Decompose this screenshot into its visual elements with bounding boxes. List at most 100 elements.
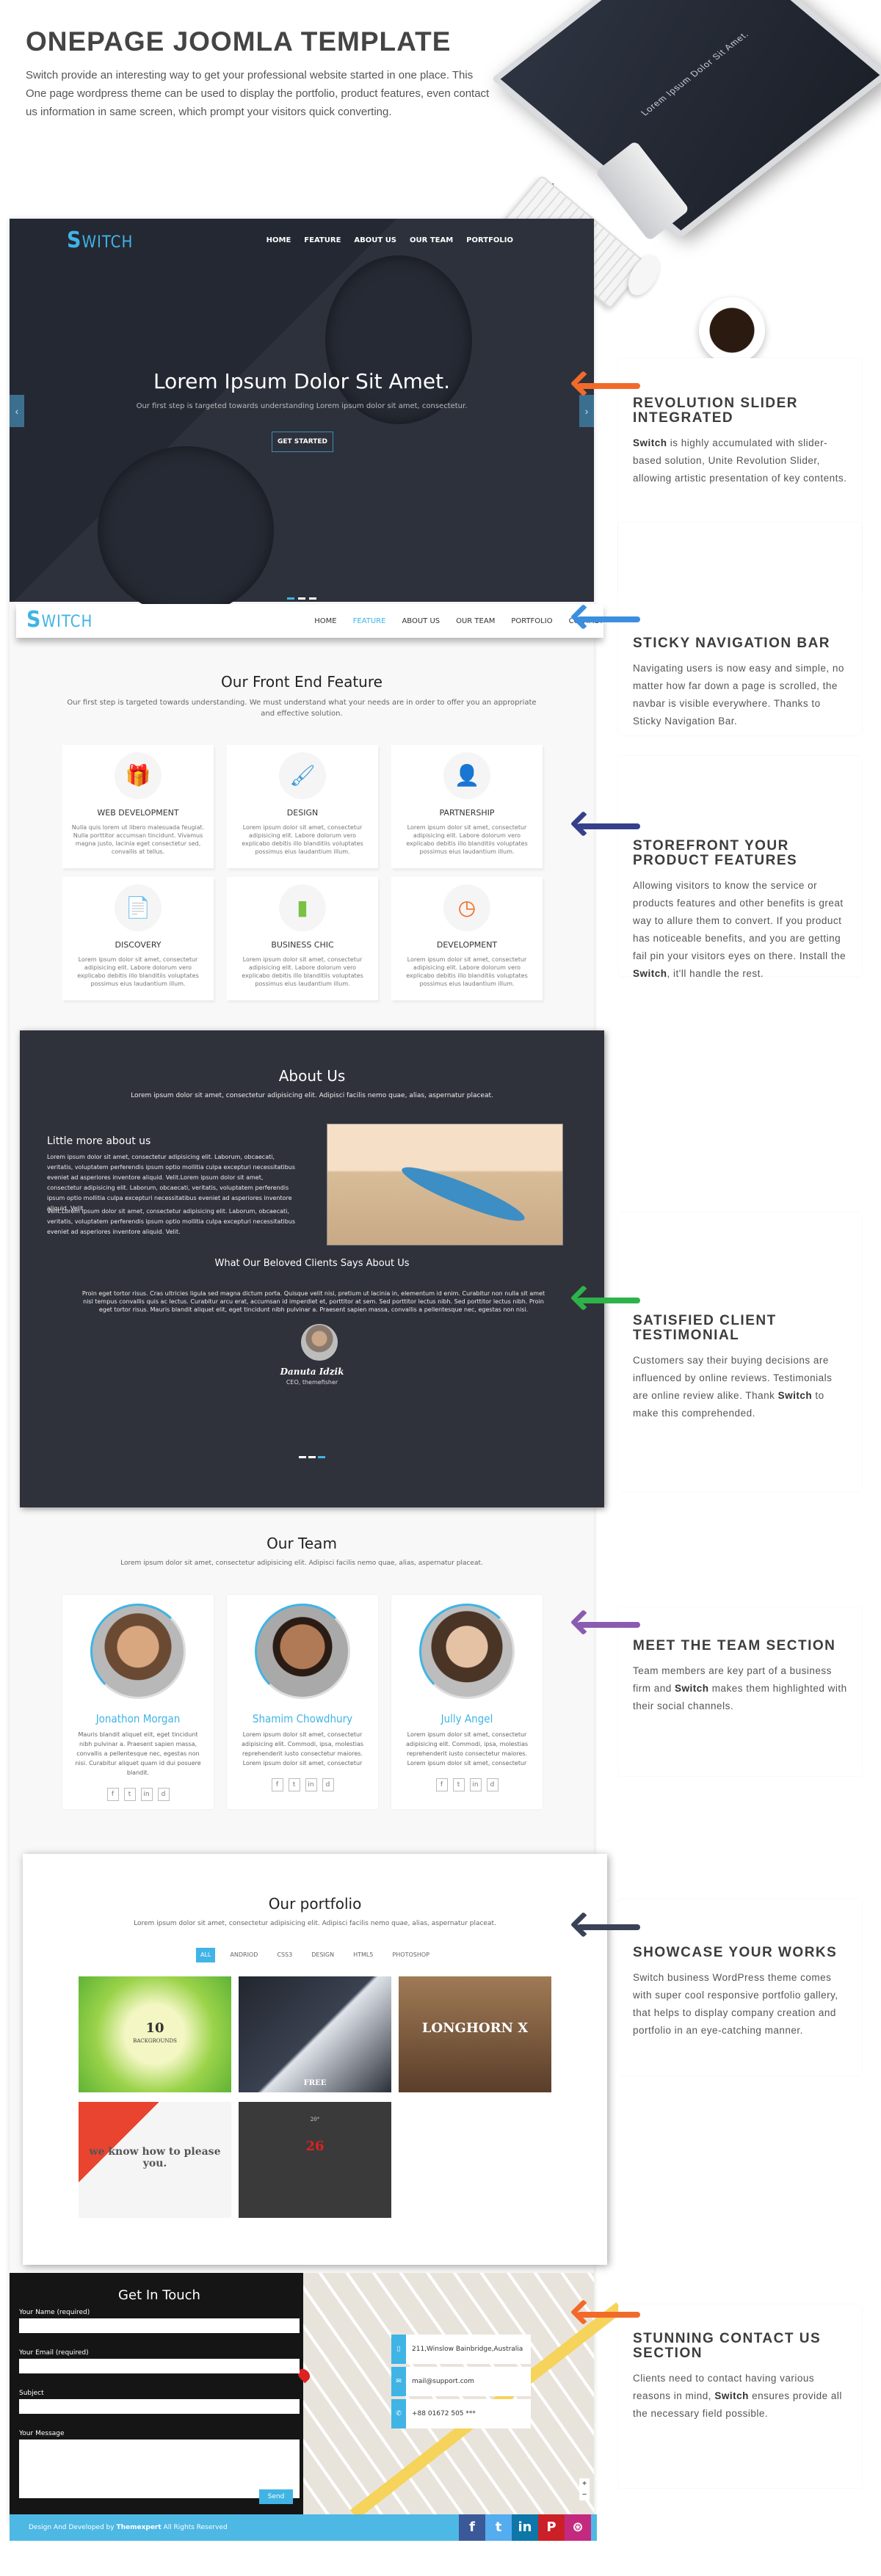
page-title: ONEPAGE JOOMLA TEMPLATE [26,26,452,57]
slide-dot[interactable] [299,1456,306,1458]
team-card: Jully Angel Lorem ipsum dolor sit amet, c… [391,1595,543,1809]
facebook-icon[interactable]: f [271,1778,283,1791]
send-button[interactable]: Send [259,2489,293,2504]
nav-item[interactable]: ABOUT US [354,236,396,244]
callout-heading: MEET THE TEAM SECTION [633,1638,836,1653]
slide-dot[interactable] [318,1456,325,1458]
user-icon: 👤 [443,752,490,799]
filter-all[interactable]: ALL [196,1948,216,1962]
callout-brand: Switch [633,437,667,448]
about-subtitle: Lorem ipsum dolor sit amet, consectetur … [131,1092,493,1099]
about-paragraph: Lorem ipsum dolor sit amet, consectetur … [47,1154,296,1212]
chevron-left-icon[interactable]: ‹ [10,395,24,427]
nav-item[interactable]: FEATURE [353,617,386,625]
logo[interactable]: SWITCH [67,228,133,253]
features-title: Our Front End Feature [221,673,383,691]
team-section: Our Team Lorem ipsum dolor sit amet, con… [10,1508,594,1846]
portfolio-item[interactable]: FREE [239,1976,391,2092]
field-label: Your Message [19,2430,65,2437]
slide-dot[interactable] [298,597,305,600]
chart-icon: ▮ [279,884,326,931]
nav-item[interactable]: ABOUT US [402,617,440,625]
nav-item[interactable]: HOME [267,236,291,244]
callout-heading: SHOWCASE YOUR WORKS [633,1945,838,1960]
email-input[interactable] [19,2359,300,2373]
linkedin-icon[interactable]: in [305,1778,317,1791]
clock-icon: ◷ [443,884,490,931]
portfolio-item-sublabel: BACKGROUNDS [133,2038,177,2044]
feature-title: BUSINESS CHIC [271,940,334,950]
document-icon: 📄 [115,884,162,931]
facebook-icon[interactable]: f [459,2514,485,2541]
twitter-icon[interactable]: t [485,2514,512,2541]
filter-html5[interactable]: HTML5 [349,1948,377,1962]
pinterest-icon[interactable]: P [538,2514,565,2541]
hero-slider: SWITCH HOME FEATURE ABOUT US OUR TEAM PORTFO… [10,219,594,615]
team-text: Mauris blandit aliquet elit, eget tincid… [75,1731,201,1776]
feature-card: 🖌 DESIGN Lorem ipsum dolor sit amet, conse… [227,745,378,868]
portfolio-item[interactable]: we know how to please you. [79,2102,231,2218]
slide-dot[interactable] [309,597,316,600]
footer-brand[interactable]: Themexpert [116,2524,161,2531]
hero-title: Lorem Ipsum Dolor Sit Amet. [153,369,451,393]
feature-callout: SATISFIED CLIENT TESTIMONIAL Customers sa… [618,1212,862,1491]
portfolio-item[interactable]: 26 20° [239,2102,391,2218]
twitter-icon[interactable]: t [288,1778,300,1791]
chevron-right-icon[interactable]: › [579,395,594,427]
logo[interactable]: SWITCH [26,607,93,633]
callout-body: Navigating users is now easy and simple,… [633,660,847,730]
twitter-icon[interactable]: t [452,1778,465,1791]
callout-text: Switch business WordPress theme comes wi… [633,1972,838,2036]
slide-dot[interactable] [287,597,294,600]
team-name: Jonathon Morgan [95,1712,181,1725]
linkedin-icon[interactable]: in [140,1788,153,1801]
contact-title: Get In Touch [118,2288,200,2303]
dribbble-icon[interactable]: d [322,1778,334,1791]
filter-andriod[interactable]: ANDRIOD [225,1948,262,1962]
twitter-icon[interactable]: t [123,1788,136,1801]
surfboard-beach-image [327,1124,563,1245]
dribbble-icon[interactable]: d [486,1778,498,1791]
team-name: Jully Angel [440,1712,493,1725]
filter-design[interactable]: DESIGN [307,1948,338,1962]
portfolio-item-sublabel: 20° [310,2117,320,2122]
team-name: Shamim Chowdhury [252,1712,353,1725]
get-started-button[interactable]: GET STARTED [272,432,333,452]
nav-item[interactable]: OUR TEAM [456,617,495,625]
team-title: Our Team [267,1535,337,1552]
sticky-nav: HOMEFEATUREABOUT USOUR TEAMPORTFOLIOCONT… [314,617,603,625]
filter-photoshop[interactable]: PHOTOSHOP [388,1948,434,1962]
arrow-left-icon [577,383,640,389]
filter-css3[interactable]: CSS3 [272,1948,297,1962]
linkedin-icon[interactable]: in [512,2514,538,2541]
brush-icon: 🖌 [279,752,326,799]
feature-callout: STUNNING CONTACT US SECTION Clients need … [618,2304,862,2488]
nav-item[interactable]: PORTFOLIO [511,617,552,625]
map-zoom-control[interactable]: + − [579,2478,590,2500]
arrow-left-icon [577,1924,640,1930]
dribbble-icon[interactable]: ⊛ [565,2514,591,2541]
dribbble-icon[interactable]: d [157,1788,170,1801]
nav-item[interactable]: OUR TEAM [410,236,453,244]
testimonial-title: What Our Beloved Clients Says About Us [214,1258,410,1269]
callout-heading: REVOLUTION SLIDER INTEGRATED [633,396,799,426]
feature-text: Lorem ipsum dolor sit amet, consectetur … [77,956,199,987]
nav-item[interactable]: FEATURE [304,236,341,244]
name-input[interactable] [19,2318,300,2333]
coffee-cup-image [325,255,472,424]
coffee-cup [699,297,765,363]
facebook-icon[interactable]: f [106,1788,119,1801]
facebook-icon[interactable]: f [435,1778,448,1791]
feature-title: DISCOVERY [115,940,162,950]
nav-item[interactable]: HOME [314,617,336,625]
slide-dot[interactable] [308,1456,316,1458]
feature-card: 📄 DISCOVERY Lorem ipsum dolor sit amet, co… [62,877,214,1000]
nav-item[interactable]: PORTFOLIO [466,236,513,244]
team-photo [90,1604,186,1699]
portfolio-item[interactable]: LONGHORN X [399,1976,551,2092]
portfolio-item[interactable]: 10 BACKGROUNDS [79,1976,231,2092]
message-textarea[interactable] [19,2439,300,2498]
subject-input[interactable] [19,2399,300,2414]
linkedin-icon[interactable]: in [469,1778,482,1791]
callout-brand: Switch [714,2390,749,2401]
